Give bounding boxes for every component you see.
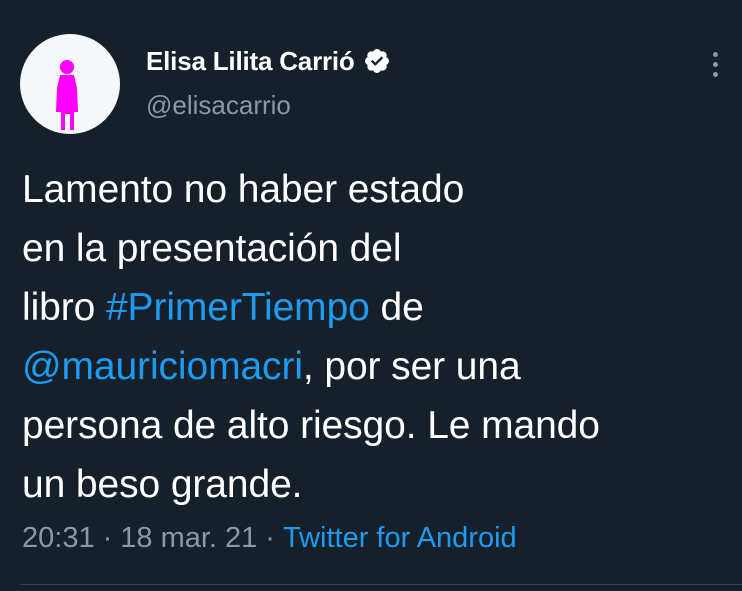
author-handle[interactable]: @elisacarrio xyxy=(146,90,291,121)
meta-separator: · xyxy=(102,522,113,554)
tweet-text-line: @mauriciomacri, por ser una xyxy=(22,337,722,396)
tweet-text-line: libro #PrimerTiempo de xyxy=(22,278,722,337)
tweet-text-segment: de xyxy=(369,286,424,329)
verified-badge-icon xyxy=(363,47,391,75)
tweet-time[interactable]: 20:31 xyxy=(22,522,95,555)
hashtag-link[interactable]: #PrimerTiempo xyxy=(106,286,370,329)
meta-separator: · xyxy=(265,522,275,554)
author-display-name[interactable]: Elisa Lilita Carrió xyxy=(146,46,355,77)
mention-link[interactable]: @mauriciomacri xyxy=(22,345,303,388)
tweet-text-line: en la presentación del xyxy=(22,219,722,278)
tweet-metadata: 20:31 · 18 mar. 21 · Twitter for Android xyxy=(22,522,517,555)
person-silhouette-icon xyxy=(56,60,78,130)
tweet-text-segment: Lamento no haber estado xyxy=(22,168,465,211)
tweet-text-line: Lamento no haber estado xyxy=(22,160,722,219)
divider xyxy=(20,584,742,585)
tweet-text-line: persona de alto riesgo. Le mando xyxy=(22,396,722,455)
tweet-text-segment: , por ser una xyxy=(302,345,521,388)
tweet-text-segment: un beso grande. xyxy=(22,463,303,506)
avatar[interactable] xyxy=(20,34,120,134)
tweet-text-line: un beso grande. xyxy=(22,455,722,514)
tweet-text-segment: persona de alto riesgo. Le mando xyxy=(22,404,600,447)
more-options-icon[interactable] xyxy=(700,46,730,82)
tweet-card: Elisa Lilita Carrió @elisacarrio Lamento… xyxy=(0,0,742,591)
tweet-source-link[interactable]: Twitter for Android xyxy=(283,522,517,555)
tweet-text: Lamento no haber estado en la presentació… xyxy=(22,160,722,514)
tweet-text-segment: en la presentación del xyxy=(22,227,402,270)
tweet-date[interactable]: 18 mar. 21 xyxy=(120,522,257,555)
author-name-row[interactable]: Elisa Lilita Carrió xyxy=(146,44,391,78)
tweet-text-segment: libro xyxy=(22,286,106,329)
